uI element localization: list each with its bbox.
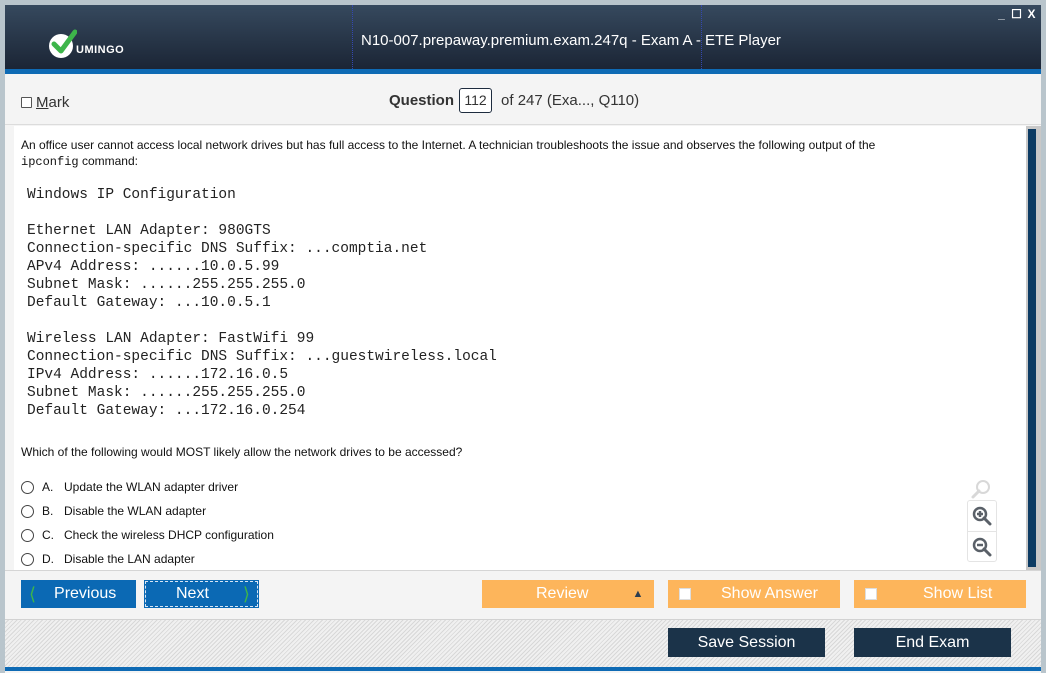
- question-prompt: Which of the following would MOST likely…: [21, 445, 463, 459]
- console-line: Default Gateway: ...172.16.0.254: [27, 403, 306, 419]
- console-line: Default Gateway: ...10.0.5.1: [27, 295, 271, 311]
- console-line: Wireless LAN Adapter: FastWifi 99: [27, 331, 315, 347]
- answer-letter: A.: [42, 480, 54, 494]
- answer-option-d[interactable]: D. Disable the LAN adapter: [21, 547, 274, 571]
- window-title: N10-007.prepaway.premium.exam.247q - Exa…: [361, 32, 781, 49]
- chevron-right-icon: ⟩: [242, 583, 250, 604]
- radio-icon[interactable]: [21, 528, 34, 542]
- vumingo-logo: UMINGO: [49, 27, 125, 58]
- minimize-button[interactable]: _: [996, 7, 1007, 21]
- zoom-in-icon[interactable]: [968, 501, 996, 531]
- ete-player-window: UMINGO N10-007.prepaway.premium.exam.247…: [5, 5, 1041, 673]
- mark-label-accel: M: [36, 94, 49, 111]
- question-intro-text: An office user cannot access local netwo…: [21, 138, 876, 152]
- console-line: Windows IP Configuration: [27, 187, 236, 203]
- answer-option-c[interactable]: C. Check the wireless DHCP configuration: [21, 523, 274, 547]
- zoom-out-icon[interactable]: [968, 531, 996, 561]
- answer-option-b[interactable]: B. Disable the WLAN adapter: [21, 499, 274, 523]
- console-line: APv4 Address: ......10.0.5.99: [27, 259, 280, 275]
- answer-letter: C.: [42, 528, 54, 542]
- console-line: IPv4 Address: ......172.16.0.5: [27, 367, 289, 383]
- end-exam-button[interactable]: End Exam: [854, 628, 1011, 657]
- window-controls: _ ☐ X: [996, 7, 1037, 21]
- answer-text: Disable the LAN adapter: [64, 552, 195, 566]
- inline-code: ipconfig: [21, 155, 79, 169]
- show-list-toggle[interactable]: Show List: [854, 580, 1026, 608]
- answer-text: Check the wireless DHCP configuration: [64, 528, 274, 542]
- zoom-controls: [967, 500, 997, 562]
- question-total: of 247 (Exa..., Q110): [501, 92, 640, 109]
- console-line: Subnet Mask: ......255.255.255.0: [27, 385, 306, 401]
- console-line: Ethernet LAN Adapter: 980GTS: [27, 223, 271, 239]
- review-label: Review: [536, 585, 589, 602]
- title-divider: [352, 5, 353, 69]
- question-content: An office user cannot access local netwo…: [14, 126, 1026, 570]
- next-button[interactable]: Next ⟩: [144, 580, 259, 608]
- answer-option-a[interactable]: A. Update the WLAN adapter driver: [21, 475, 274, 499]
- scrollbar-thumb[interactable]: [1028, 129, 1036, 567]
- session-footer: Save Session End Exam: [5, 619, 1041, 671]
- maximize-button[interactable]: ☐: [1011, 7, 1022, 21]
- question-label: Question: [389, 92, 455, 109]
- console-line: Connection-specific DNS Suffix: ...compt…: [27, 241, 428, 257]
- brand-name: UMINGO: [76, 44, 125, 56]
- vertical-scrollbar[interactable]: [1026, 126, 1041, 570]
- checkmark-logo-icon: [49, 29, 77, 58]
- answer-letter: B.: [42, 504, 54, 518]
- checkbox-icon[interactable]: [865, 588, 877, 600]
- question-intro: An office user cannot access local netwo…: [21, 137, 981, 170]
- previous-button[interactable]: ⟨ Previous: [21, 580, 136, 608]
- show-answer-label: Show Answer: [721, 585, 818, 602]
- review-button[interactable]: Review ▲: [482, 580, 654, 608]
- question-counter: Question 112 of 247 (Exa..., Q110): [389, 88, 639, 113]
- answer-letter: D.: [42, 552, 54, 566]
- radio-icon[interactable]: [21, 552, 34, 566]
- show-answer-toggle[interactable]: Show Answer: [668, 580, 840, 608]
- show-list-label: Show List: [923, 585, 993, 602]
- mark-label: ark: [48, 94, 70, 111]
- answer-list: A. Update the WLAN adapter driver B. Dis…: [21, 475, 274, 571]
- next-label: Next: [176, 585, 209, 602]
- chevron-left-icon: ⟨: [29, 583, 37, 604]
- previous-label: Previous: [54, 585, 117, 602]
- title-bar: UMINGO N10-007.prepaway.premium.exam.247…: [5, 5, 1041, 74]
- checkbox-icon[interactable]: [679, 588, 691, 600]
- caret-up-icon: ▲: [632, 588, 644, 600]
- close-button[interactable]: X: [1026, 7, 1037, 21]
- navigation-bar: ⟨ Previous Next ⟩ Review ▲ Show Answer S…: [5, 570, 1041, 619]
- checkbox-icon[interactable]: [21, 97, 32, 108]
- console-line: Connection-specific DNS Suffix: ...guest…: [27, 349, 497, 365]
- radio-icon[interactable]: [21, 480, 34, 494]
- question-intro-tail: command:: [78, 154, 138, 168]
- save-session-button[interactable]: Save Session: [668, 628, 825, 657]
- ipconfig-output: Windows IP Configuration Ethernet LAN Ad…: [27, 186, 497, 420]
- answer-text: Disable the WLAN adapter: [64, 504, 207, 518]
- console-line: Subnet Mask: ......255.255.255.0: [27, 277, 306, 293]
- mark-checkbox[interactable]: Mark: [21, 94, 69, 111]
- question-number-input[interactable]: 112: [459, 88, 493, 113]
- radio-icon[interactable]: [21, 504, 34, 518]
- answer-text: Update the WLAN adapter driver: [64, 480, 239, 494]
- question-header: Mark Question 112 of 247 (Exa..., Q110): [5, 74, 1041, 125]
